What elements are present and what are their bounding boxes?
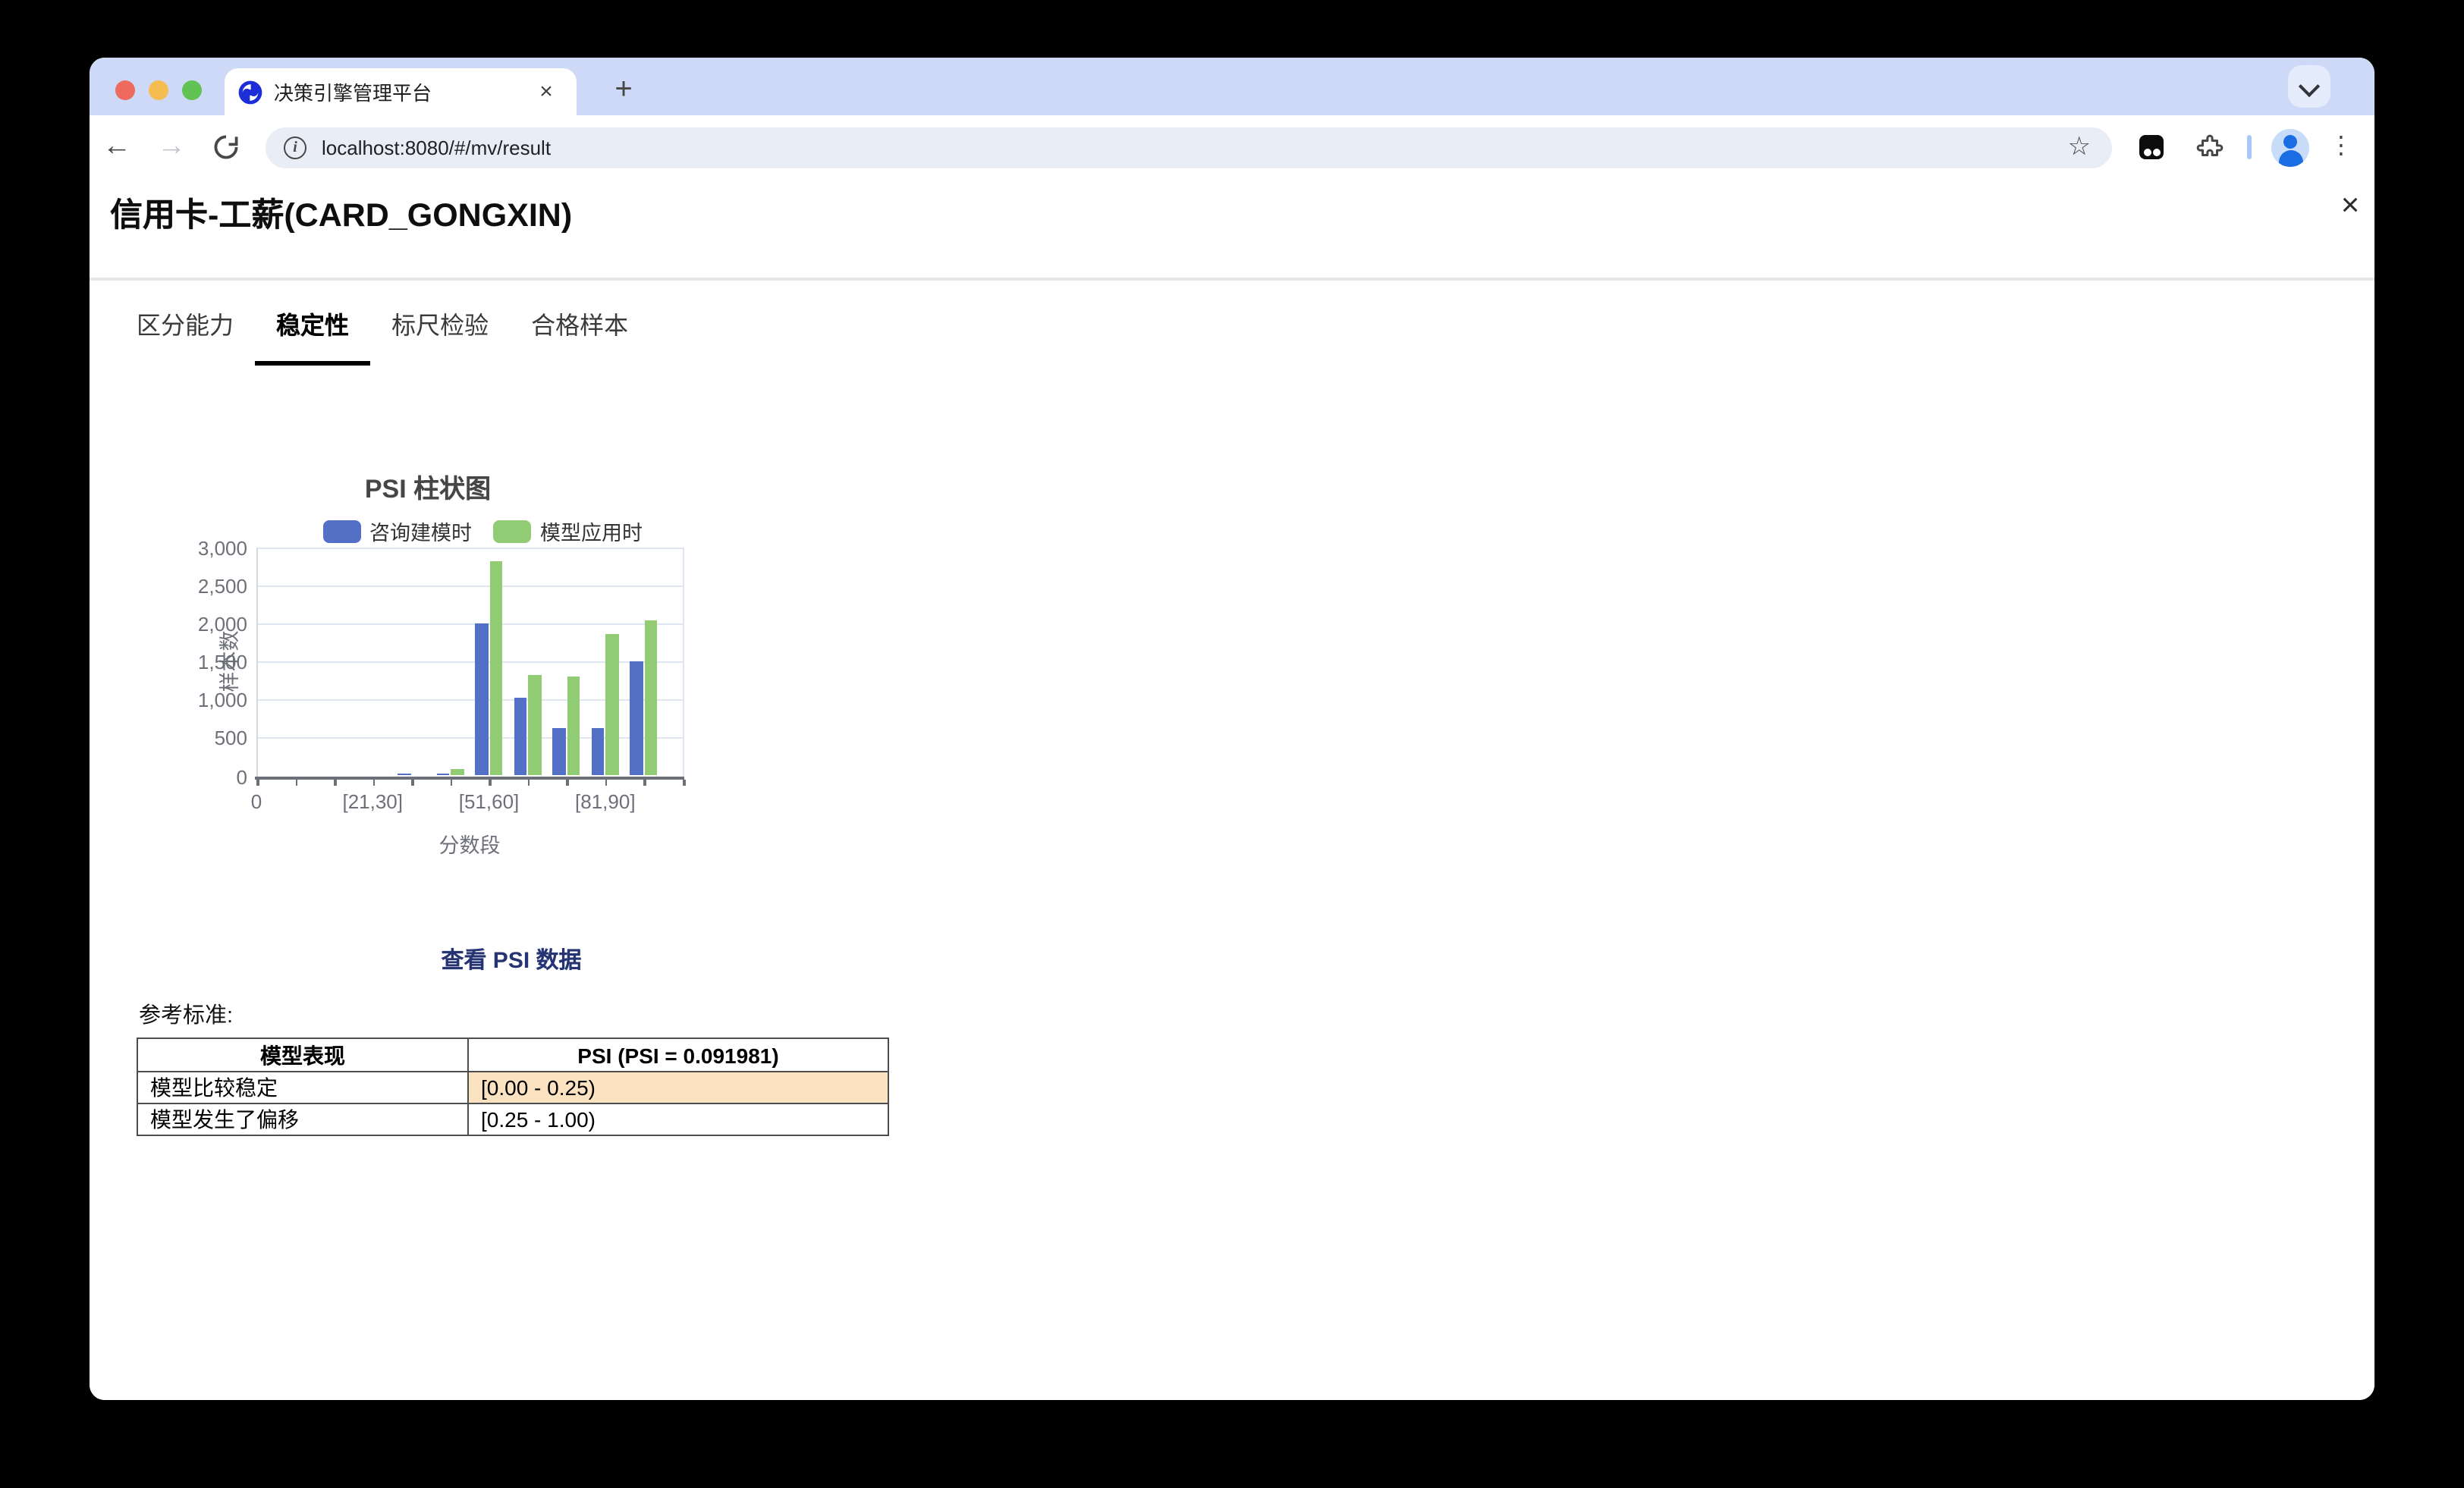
chart-title: PSI 柱状图 (261, 467, 595, 505)
window-minimize-button[interactable] (149, 80, 168, 99)
avatar-person-icon (2283, 135, 2297, 149)
bar-咨询建模时 (514, 698, 527, 776)
bar-模型应用时 (529, 676, 542, 776)
x-axis-tick-label: 0 (211, 790, 302, 812)
bookmark-star-icon[interactable]: ☆ (2068, 132, 2092, 162)
x-axis-tick-label: [81,90] (560, 790, 651, 812)
x-axis-tick (334, 779, 336, 785)
tab-title: 决策引擎管理平台 (274, 77, 529, 106)
chart-legend: 咨询建模时 模型应用时 (296, 516, 690, 546)
x-axis-line (255, 776, 684, 779)
psi-bar-chart: PSI 柱状图咨询建模时模型应用时05001,0001,5002,0002,50… (90, 179, 2374, 1400)
table-cell: 模型发生了偏移 (137, 1103, 468, 1135)
x-axis-tick (295, 779, 297, 785)
bar-模型应用时 (567, 677, 580, 776)
legend-label: 咨询建模时 (369, 516, 472, 546)
x-axis-tick-label: [51,60] (444, 790, 535, 812)
page-content: 信用卡-工薪(CARD_GONGXIN) × 区分能力稳定性标尺检验合格样本 P… (90, 179, 2374, 1400)
x-axis-name: 分数段 (409, 827, 530, 858)
extensions-puzzle-icon[interactable] (2195, 133, 2224, 162)
browser-tab[interactable]: 决策引擎管理平台 × (224, 68, 577, 115)
table-header: 模型表现 (137, 1038, 468, 1072)
browser-window: 决策引擎管理平台 × + ← → i localhost:8080/#/mv/r… (90, 58, 2374, 1400)
toolbar-divider (2247, 135, 2251, 159)
x-axis-tick (411, 779, 413, 785)
legend-swatch (322, 520, 360, 542)
y-axis-tick-label: 2,500 (168, 575, 247, 598)
x-axis-tick (683, 779, 685, 785)
new-tab-button[interactable]: + (602, 70, 645, 112)
grid-line (256, 585, 683, 587)
extension-shortcut-icon[interactable] (2139, 135, 2164, 159)
bar-模型应用时 (606, 634, 619, 776)
window-close-button[interactable] (115, 80, 135, 99)
grid-line (256, 548, 683, 549)
psi-reference-table: 模型表现PSI (PSI = 0.091981)模型比较稳定[0.00 - 0.… (137, 1038, 889, 1136)
bar-咨询建模时 (436, 773, 449, 776)
y-axis-tick-label: 0 (168, 765, 247, 788)
legend-swatch (493, 520, 531, 542)
x-axis-tick-label: [21,30] (327, 790, 418, 812)
browser-tab-strip: 决策引擎管理平台 × + (90, 58, 2374, 115)
x-axis-tick (372, 779, 375, 785)
y-axis-name: 样本数 (212, 631, 243, 692)
view-psi-data-link[interactable]: 查看 PSI 数据 (329, 943, 693, 975)
bar-咨询建模时 (592, 728, 605, 776)
browser-toolbar: ← → i localhost:8080/#/mv/result ☆ ⋮ (90, 115, 2374, 181)
back-button[interactable]: ← (94, 115, 140, 179)
x-axis-tick (605, 779, 608, 785)
bar-咨询建模时 (398, 773, 410, 776)
x-axis-tick (567, 779, 569, 785)
table-row: 模型比较稳定[0.00 - 0.25) (137, 1072, 888, 1103)
site-favicon-icon (237, 80, 262, 104)
address-bar[interactable]: i localhost:8080/#/mv/result ☆ (266, 127, 2112, 168)
site-info-icon[interactable]: i (284, 136, 306, 159)
bar-咨询建模时 (630, 661, 643, 776)
bar-模型应用时 (490, 560, 503, 776)
x-axis-tick (644, 779, 646, 785)
url-text[interactable]: localhost:8080/#/mv/result (322, 136, 2068, 159)
table-cell: [0.25 - 1.00) (468, 1103, 888, 1135)
y-axis-tick-label: 500 (168, 727, 247, 750)
reload-button[interactable] (212, 133, 240, 161)
x-axis-tick (528, 779, 530, 785)
table-row: 模型发生了偏移[0.25 - 1.00) (137, 1103, 888, 1135)
forward-button: → (149, 115, 194, 179)
x-axis-tick (256, 779, 259, 785)
tab-search-button[interactable] (2288, 65, 2330, 108)
plot-left-border (256, 548, 258, 776)
y-axis-tick-label: 1,000 (168, 689, 247, 712)
table-cell: 模型比较稳定 (137, 1072, 468, 1103)
legend-item-模型应用时[interactable]: 模型应用时 (493, 516, 664, 546)
bar-咨询建模时 (553, 728, 566, 776)
browser-menu-icon[interactable]: ⋮ (2323, 115, 2359, 179)
x-axis-tick (450, 779, 452, 785)
y-axis-tick-label: 3,000 (168, 537, 247, 560)
bar-模型应用时 (645, 620, 658, 776)
tab-close-icon[interactable]: × (531, 77, 561, 107)
bar-咨询建模时 (476, 623, 489, 776)
table-header: PSI (PSI = 0.091981) (468, 1038, 888, 1072)
legend-label: 模型应用时 (540, 516, 643, 546)
chevron-down-icon (2299, 75, 2320, 96)
screen: 决策引擎管理平台 × + ← → i localhost:8080/#/mv/r… (0, 0, 2464, 1488)
table-cell: [0.00 - 0.25) (468, 1072, 888, 1103)
grid-line (256, 623, 683, 625)
plot-right-border (683, 548, 684, 776)
bar-模型应用时 (451, 770, 464, 776)
reference-standard-label: 参考标准: (139, 998, 233, 1030)
legend-item-咨询建模时[interactable]: 咨询建模时 (322, 516, 493, 546)
profile-avatar[interactable] (2271, 128, 2309, 166)
window-zoom-button[interactable] (182, 80, 202, 99)
x-axis-tick (489, 779, 492, 785)
